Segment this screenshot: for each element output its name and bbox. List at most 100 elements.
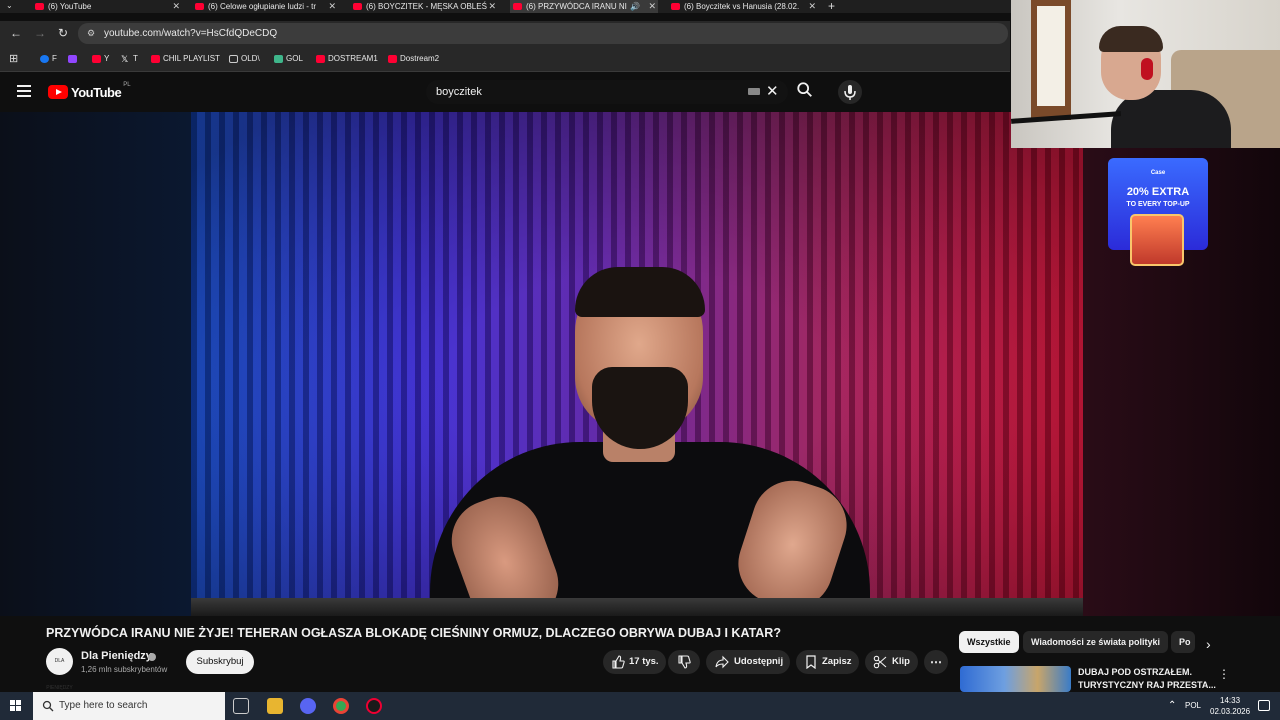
ad-banner[interactable]: Case 20% EXTRA TO EVERY TOP-UP <box>1108 158 1208 266</box>
keyboard-icon[interactable] <box>748 88 760 95</box>
bookmark-item[interactable]: CHIL PLAYLIST <box>151 46 220 72</box>
discord-icon[interactable] <box>300 698 316 714</box>
bookmark-icon <box>806 655 816 669</box>
tray-chevron-up-icon[interactable]: ⌃ <box>1168 692 1176 720</box>
region-code: PL <box>123 82 131 88</box>
microphone-icon <box>844 85 856 100</box>
x-icon: 𝕏 <box>121 54 129 64</box>
clock[interactable]: 14:33 02.03.2026 <box>1210 695 1250 717</box>
logo-text: YouTube <box>71 84 122 100</box>
webcam-window-glass <box>1037 6 1065 106</box>
close-tab-icon[interactable]: ✕ <box>328 0 336 13</box>
bookmark-label: F <box>52 54 57 63</box>
browser-tab[interactable]: (6) Celowe ogłupianie ludzi - tr ✕ <box>192 0 338 13</box>
file-explorer-icon[interactable] <box>267 698 283 714</box>
youtube-play-icon <box>48 85 68 99</box>
bookmark-item[interactable]: OLD\ <box>229 46 260 72</box>
close-tab-icon[interactable]: ✕ <box>808 0 816 13</box>
bookmark-item[interactable]: DOSTREAM1 <box>316 46 378 72</box>
channel-avatar[interactable]: DLA PIENIĘDZY <box>46 648 73 691</box>
bookmark-item[interactable]: Dostream2 <box>388 46 439 72</box>
browser-tab[interactable]: (6) BOYCZITEK - MĘSKA OBLEŚ ✕ <box>350 0 498 13</box>
youtube-icon <box>388 55 397 63</box>
search-input[interactable]: boyczitek ✕ <box>426 80 788 104</box>
browser-tab-active[interactable]: (6) PRZYWÓDCA IRANU NI 🔊 ✕ <box>510 0 658 13</box>
taskbar-search-field[interactable]: Type here to search <box>33 692 225 720</box>
close-tab-icon[interactable]: ✕ <box>648 0 656 13</box>
bookmark-label: Dostream2 <box>400 54 440 63</box>
streamer-hair <box>1099 26 1163 52</box>
recommended-video-title[interactable]: DUBAJ POD OSTRZAŁEM. TURYSTYCZNY RAJ PRZ… <box>1078 666 1218 692</box>
bookmark-item[interactable]: 𝕏T <box>121 46 138 72</box>
bookmark-item[interactable]: GOL <box>274 46 303 72</box>
clear-search-icon[interactable]: ✕ <box>766 80 779 104</box>
url-field[interactable]: ⚙ youtube.com/watch?v=HsCfdQDeCDQ <box>78 23 1008 44</box>
chrome-icon[interactable] <box>333 698 349 714</box>
forward-arrow-icon[interactable]: → <box>34 21 46 46</box>
like-count: 17 tys. <box>629 656 659 667</box>
share-icon <box>715 655 729 669</box>
video-letterbox-left <box>0 112 191 616</box>
recommended-video-thumbnail[interactable] <box>960 666 1071 692</box>
clock-date: 02.03.2026 <box>1210 707 1251 716</box>
save-label: Zapisz <box>822 656 852 667</box>
clock-time: 14:33 <box>1220 696 1241 705</box>
youtube-favicon-icon <box>195 3 204 10</box>
site-info-icon[interactable]: ⚙ <box>87 23 95 44</box>
more-vert-icon[interactable]: ⋮ <box>1218 667 1230 681</box>
chip-all[interactable]: Wszystkie <box>959 631 1019 653</box>
twitch-icon <box>68 55 77 63</box>
dislike-button[interactable] <box>668 650 700 674</box>
youtube-logo[interactable]: YouTube PL <box>48 82 131 100</box>
windows-taskbar: Type here to search ⌃ POL 14:33 02.03.20… <box>0 692 1280 720</box>
browser-tab[interactable]: (6) Boyczitek vs Hanusia (28.02. ✕ <box>668 0 818 13</box>
like-button[interactable]: 17 tys. <box>603 650 666 674</box>
search-icon[interactable] <box>796 80 814 100</box>
video-info-bar: PRZYWÓDCA IRANU NIE ŻYJE! TEHERAN OGŁASZ… <box>0 616 1280 692</box>
close-tab-icon[interactable]: ✕ <box>172 0 180 13</box>
share-button[interactable]: Udostępnij <box>706 650 790 674</box>
save-button[interactable]: Zapisz <box>796 650 859 674</box>
close-tab-icon[interactable]: ✕ <box>488 0 496 13</box>
back-arrow-icon[interactable]: ← <box>10 21 22 46</box>
bookmark-label: Y <box>104 54 110 63</box>
voice-search-button[interactable] <box>838 80 862 104</box>
menu-icon[interactable] <box>17 85 31 97</box>
tab-label: (6) BOYCZITEK - MĘSKA OBLEŚ <box>366 2 487 11</box>
avatar-text: DLA PIENIĘDZY <box>46 658 73 691</box>
bookmark-label: GOL <box>286 54 303 63</box>
youtube-favicon-icon <box>353 3 362 10</box>
browser-tab[interactable]: (6) YouTube ✕ <box>32 0 182 13</box>
chip-next[interactable]: Po <box>1171 631 1195 653</box>
subscribe-button[interactable]: Subskrybuj <box>186 650 254 674</box>
notification-icon[interactable] <box>1258 700 1270 711</box>
tab-label: (6) Celowe ogłupianie ludzi - tr <box>208 2 317 11</box>
folder-icon <box>229 55 238 63</box>
task-view-icon[interactable] <box>233 698 249 714</box>
video-player[interactable] <box>0 112 1280 616</box>
youtube-icon <box>151 55 160 63</box>
ad-headline: 20% EXTRA <box>1126 186 1190 198</box>
bookmark-item[interactable]: Y <box>92 46 109 72</box>
bookmark-label: T <box>133 54 138 63</box>
search-icon <box>42 700 54 712</box>
channel-name[interactable]: Dla Pieniędzy <box>81 650 152 662</box>
taskbar-search-placeholder: Type here to search <box>59 700 148 711</box>
search-value: boyczitek <box>436 86 482 98</box>
chevron-right-icon[interactable]: › <box>1206 636 1211 652</box>
new-tab-icon[interactable]: + <box>828 0 835 13</box>
chip-world-politics[interactable]: Wiadomości ze świata polityki <box>1023 631 1168 653</box>
obs-icon[interactable] <box>366 698 382 714</box>
tab-search-icon[interactable]: ⌄ <box>6 0 13 12</box>
clip-button[interactable]: Klip <box>865 650 918 674</box>
language-indicator[interactable]: POL <box>1185 692 1201 720</box>
reload-icon[interactable]: ↻ <box>58 21 68 46</box>
apps-grid-icon[interactable]: ⊞ <box>9 46 18 72</box>
more-actions-icon[interactable]: ⋯ <box>924 650 948 674</box>
tab-label: (6) YouTube <box>48 2 92 11</box>
scissors-icon <box>873 655 887 669</box>
windows-start-icon[interactable] <box>10 700 22 712</box>
audio-playing-icon[interactable]: 🔊 <box>630 0 640 13</box>
share-label: Udostępnij <box>734 656 784 667</box>
bookmark-item[interactable]: F <box>40 46 57 72</box>
